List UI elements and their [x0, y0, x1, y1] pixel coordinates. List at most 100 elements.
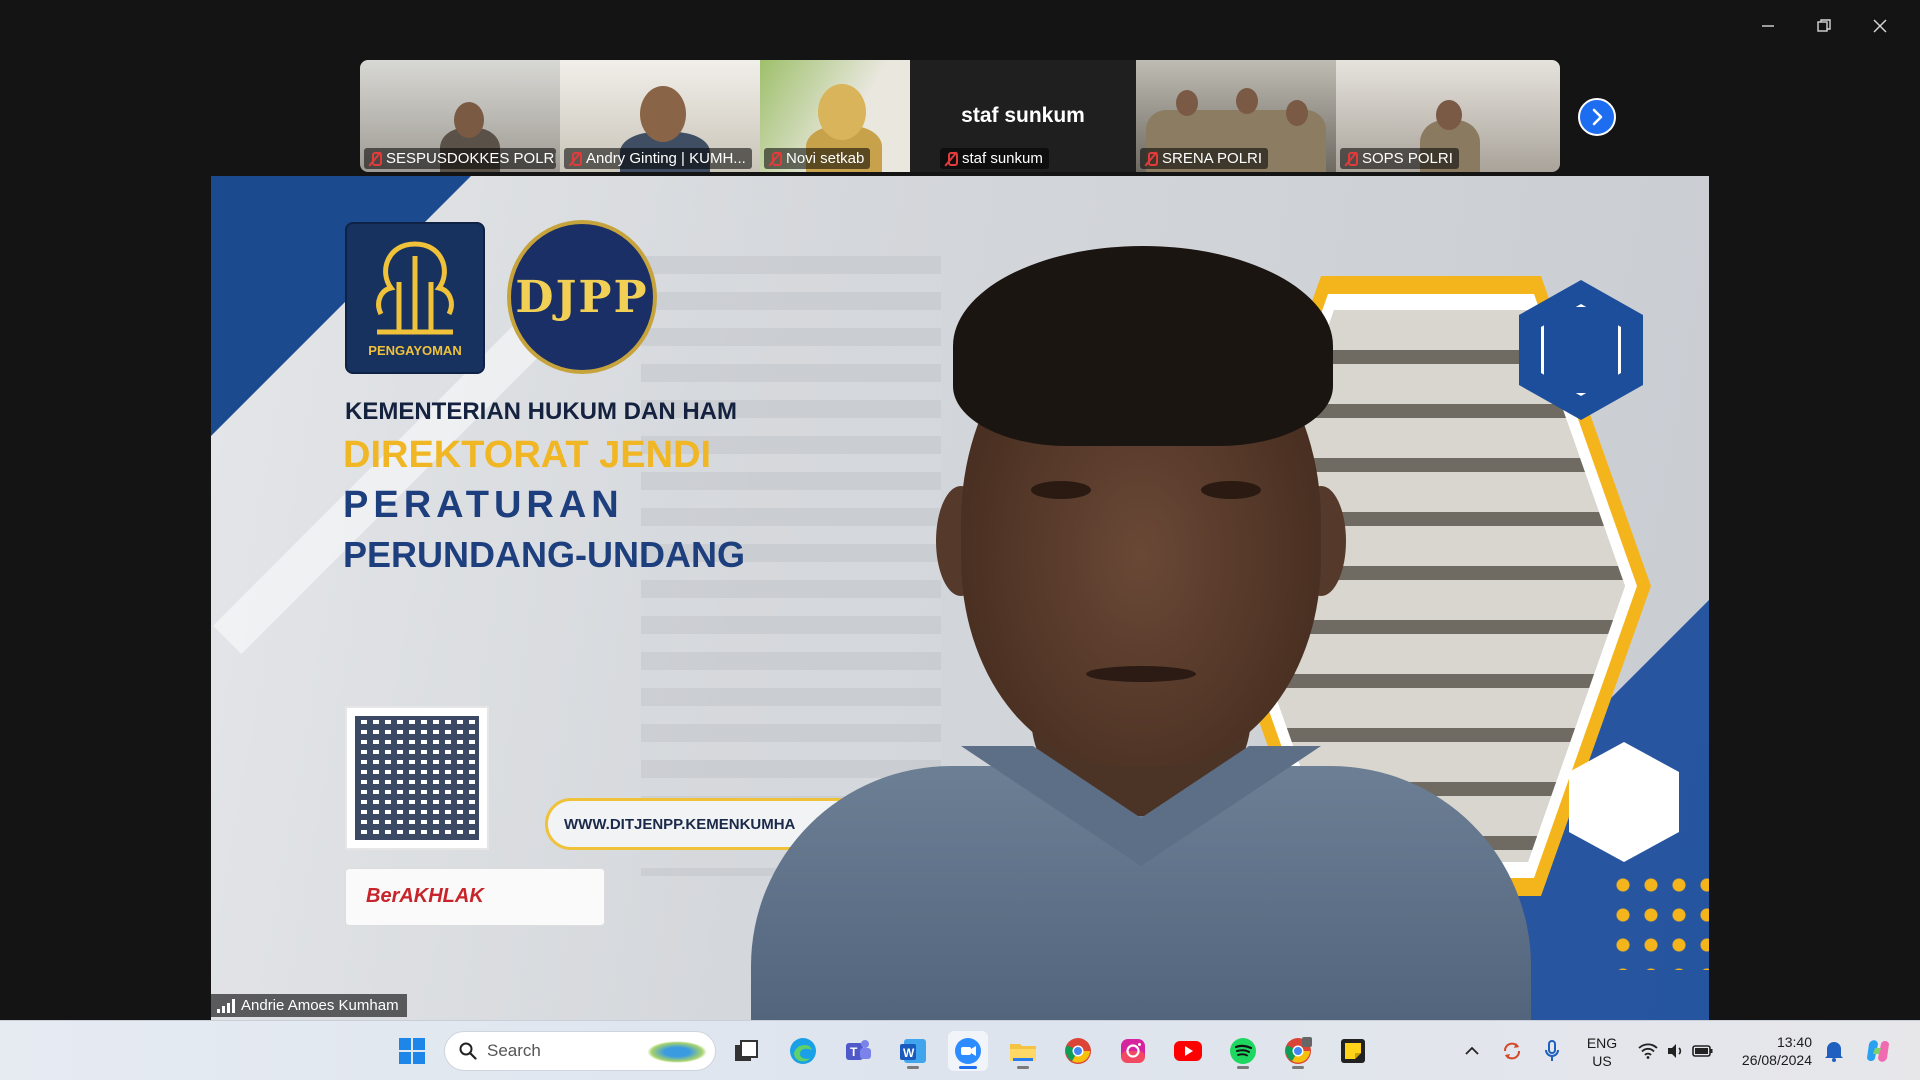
participant-name: SOPS POLRI	[1362, 150, 1453, 167]
youtube-icon	[1174, 1041, 1202, 1061]
mic-muted-icon	[1344, 151, 1358, 167]
taskbar-search[interactable]	[444, 1031, 716, 1071]
slide-directorate-text: DIREKTORAT JENDI	[343, 434, 712, 476]
task-view-button[interactable]	[726, 1031, 766, 1071]
notifications-button[interactable]	[1814, 1031, 1854, 1071]
instagram-button[interactable]	[1113, 1031, 1153, 1071]
zoom-button[interactable]	[948, 1031, 988, 1071]
start-button[interactable]	[392, 1031, 432, 1071]
copilot-button[interactable]	[1858, 1031, 1898, 1071]
participant-tile[interactable]: SESPUSDOKKES POLRI	[360, 60, 560, 172]
slide-legislation-text: PERUNDANG-UNDANG	[343, 534, 745, 575]
pengayoman-logo: PENGAYOMAN	[345, 222, 485, 374]
svg-text:T: T	[850, 1045, 858, 1059]
chrome-icon	[1065, 1038, 1091, 1064]
close-button[interactable]	[1854, 8, 1906, 44]
word-icon: W	[900, 1039, 926, 1063]
slide-regulation-text: PERATURAN	[343, 484, 624, 526]
instagram-icon	[1121, 1039, 1145, 1063]
language-code: ENG	[1586, 1035, 1618, 1051]
microphone-tray-button[interactable]	[1532, 1031, 1572, 1071]
search-input[interactable]	[487, 1041, 637, 1061]
next-participants-button[interactable]	[1578, 98, 1616, 136]
windows-taskbar: T W ENG US	[0, 1020, 1920, 1080]
microphone-icon	[1545, 1040, 1559, 1061]
sticky-notes-button[interactable]	[1333, 1031, 1373, 1071]
volume-icon	[1668, 1044, 1682, 1058]
restore-button[interactable]	[1798, 8, 1850, 44]
wifi-icon	[1638, 1043, 1658, 1059]
participant-name-label: Andry Ginting | KUMH...	[564, 148, 752, 169]
participant-name: Andry Ginting | KUMH...	[586, 150, 746, 167]
battery-icon	[1692, 1045, 1713, 1057]
chrome-profile-icon	[1285, 1037, 1312, 1064]
participant-name: SRENA POLRI	[1162, 150, 1263, 167]
presenter	[731, 206, 1551, 1020]
sync-icon	[1504, 1042, 1520, 1060]
qr-code	[345, 706, 489, 850]
chrome-profile-button[interactable]	[1278, 1031, 1318, 1071]
slide-decoration	[1609, 870, 1709, 970]
bell-icon	[1825, 1042, 1843, 1062]
participant-tile[interactable]: staf sunkum staf sunkum	[910, 60, 1136, 172]
minimize-button[interactable]	[1742, 8, 1794, 44]
svg-text:W: W	[903, 1046, 915, 1060]
task-view-icon	[735, 1040, 758, 1061]
chrome-button[interactable]	[1058, 1031, 1098, 1071]
pengayoman-text: PENGAYOMAN	[368, 343, 462, 358]
search-highlight-icon	[647, 1041, 707, 1063]
djpp-text: DJPP	[515, 271, 649, 323]
file-explorer-button[interactable]	[1003, 1031, 1043, 1071]
mic-muted-icon	[944, 151, 958, 167]
close-icon	[1873, 19, 1887, 33]
participant-display-name: staf sunkum	[961, 104, 1085, 127]
participant-name-label: Novi setkab	[764, 148, 871, 169]
input-language-indicator[interactable]: ENG US	[1580, 1034, 1624, 1070]
search-icon	[459, 1042, 477, 1060]
spotify-icon	[1230, 1038, 1256, 1064]
clock-date: 26/08/2024	[1741, 1052, 1812, 1068]
active-speaker-video[interactable]: PENGAYOMAN DJPP KEMENTERIAN HUKUM DAN HA…	[211, 176, 1709, 1020]
file-explorer-icon	[1010, 1044, 1036, 1061]
participant-tile[interactable]: SOPS POLRI	[1336, 60, 1560, 172]
mic-muted-icon	[768, 151, 782, 167]
youtube-button[interactable]	[1168, 1031, 1208, 1071]
participant-name: SESPUSDOKKES POLRI	[386, 150, 556, 167]
chevron-right-icon	[1592, 108, 1603, 126]
connection-signal-icon	[217, 998, 235, 1013]
mic-muted-icon	[568, 151, 582, 167]
participant-tile[interactable]: Novi setkab	[760, 60, 910, 172]
berakhlak-text: BerAKHLAK	[366, 885, 484, 907]
minimize-icon	[1762, 25, 1774, 27]
spotify-button[interactable]	[1223, 1031, 1263, 1071]
active-speaker-label: Andrie Amoes Kumham	[211, 994, 407, 1017]
chevron-up-icon	[1465, 1046, 1479, 1055]
edge-icon	[790, 1038, 816, 1064]
word-button[interactable]: W	[893, 1031, 933, 1071]
teams-button[interactable]: T	[838, 1031, 878, 1071]
participant-strip: SESPUSDOKKES POLRI Andry Ginting | KUMH.…	[360, 60, 1560, 172]
mic-muted-icon	[1144, 151, 1158, 167]
teams-icon: T	[846, 1040, 871, 1060]
copilot-icon	[1867, 1040, 1889, 1062]
active-speaker-name: Andrie Amoes Kumham	[241, 997, 399, 1014]
sync-tray-button[interactable]	[1492, 1031, 1532, 1071]
slide-ministry-text: KEMENTERIAN HUKUM DAN HAM	[345, 398, 737, 425]
window-controls	[1742, 8, 1906, 44]
zoom-meeting-window: SESPUSDOKKES POLRI Andry Ginting | KUMH.…	[0, 0, 1920, 1020]
network-volume-battery-button[interactable]	[1636, 1031, 1716, 1071]
participant-name-label: SESPUSDOKKES POLRI	[364, 148, 556, 169]
participant-name: Novi setkab	[786, 150, 865, 167]
keyboard-region: US	[1592, 1053, 1612, 1069]
edge-button[interactable]	[783, 1031, 823, 1071]
show-hidden-icons-button[interactable]	[1452, 1031, 1492, 1071]
clock[interactable]: 13:40 26/08/2024	[1724, 1033, 1812, 1069]
participant-tile[interactable]: Andry Ginting | KUMH...	[560, 60, 760, 172]
sticky-notes-icon	[1341, 1039, 1365, 1063]
participant-tile[interactable]: SRENA POLRI	[1136, 60, 1336, 172]
mic-muted-icon	[368, 151, 382, 167]
participant-name-label: staf sunkum	[940, 148, 1049, 169]
participant-name: staf sunkum	[962, 150, 1043, 167]
berakhlak-badge: BerAKHLAK	[345, 868, 605, 926]
windows-start-icon	[399, 1038, 425, 1064]
